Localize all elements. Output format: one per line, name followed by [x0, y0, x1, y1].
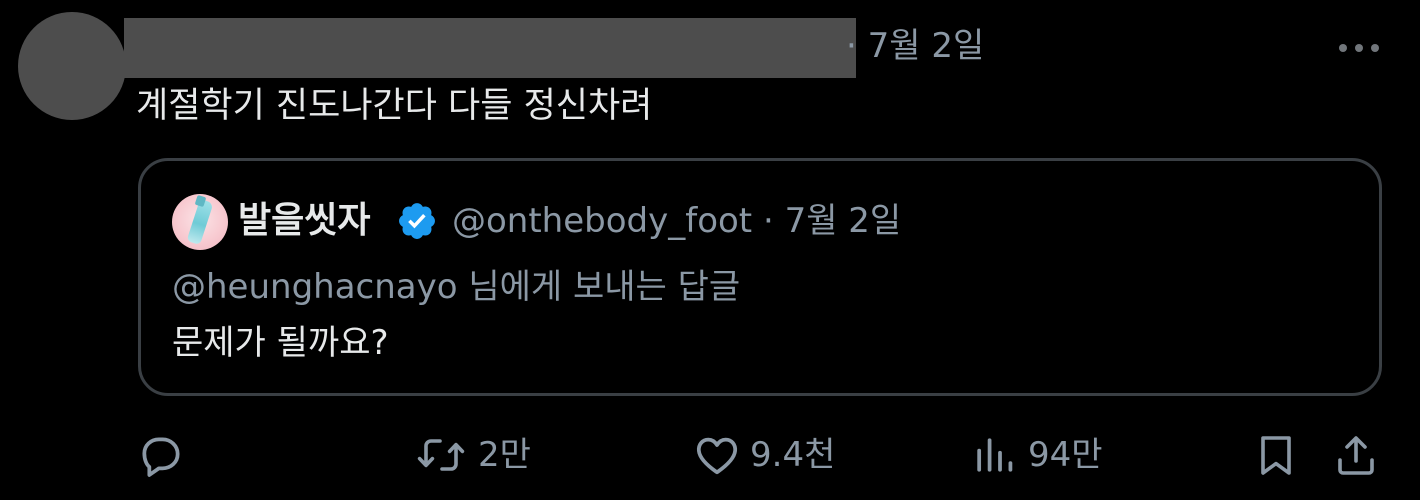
retweet-icon — [414, 430, 470, 480]
like-button[interactable]: 9.4천 — [692, 430, 835, 480]
more-options-icon[interactable] — [1334, 36, 1384, 60]
reply-button[interactable] — [136, 430, 186, 480]
bookmark-button[interactable] — [1252, 430, 1300, 480]
reply-icon — [136, 430, 186, 480]
views-button[interactable]: 94만 — [970, 430, 1103, 480]
quoted-author-name[interactable]: 발을씻자 — [238, 196, 370, 246]
quoted-post-text: 문제가 될까요? — [172, 323, 389, 363]
bookmark-icon — [1252, 430, 1300, 480]
views-count: 94만 — [1028, 435, 1103, 475]
redacted-author-name — [124, 18, 856, 78]
heart-icon — [692, 430, 742, 480]
avatar[interactable] — [18, 12, 126, 120]
share-button[interactable] — [1332, 430, 1380, 480]
verified-badge-icon — [396, 200, 438, 242]
views-chart-icon — [970, 430, 1020, 480]
post-text: 계절학기 진도나간다 다들 정신차려 — [136, 86, 653, 126]
retweet-count: 2만 — [478, 435, 531, 475]
share-icon — [1332, 430, 1380, 480]
tweet[interactable]: · 7월 2일 계절학기 진도나간다 다들 정신차려 발을씻자 @onthebo… — [0, 0, 1420, 500]
like-count: 9.4천 — [750, 435, 836, 475]
post-timestamp[interactable]: · 7월 2일 — [846, 22, 984, 70]
retweet-button[interactable]: 2만 — [414, 430, 531, 480]
quoted-author-avatar[interactable] — [172, 194, 228, 250]
quoted-author-handle-and-time[interactable]: @onthebody_foot · 7월 2일 — [452, 196, 901, 246]
quoted-reply-to-label: @heunghacnayo 님에게 보내는 답글 — [172, 267, 741, 307]
